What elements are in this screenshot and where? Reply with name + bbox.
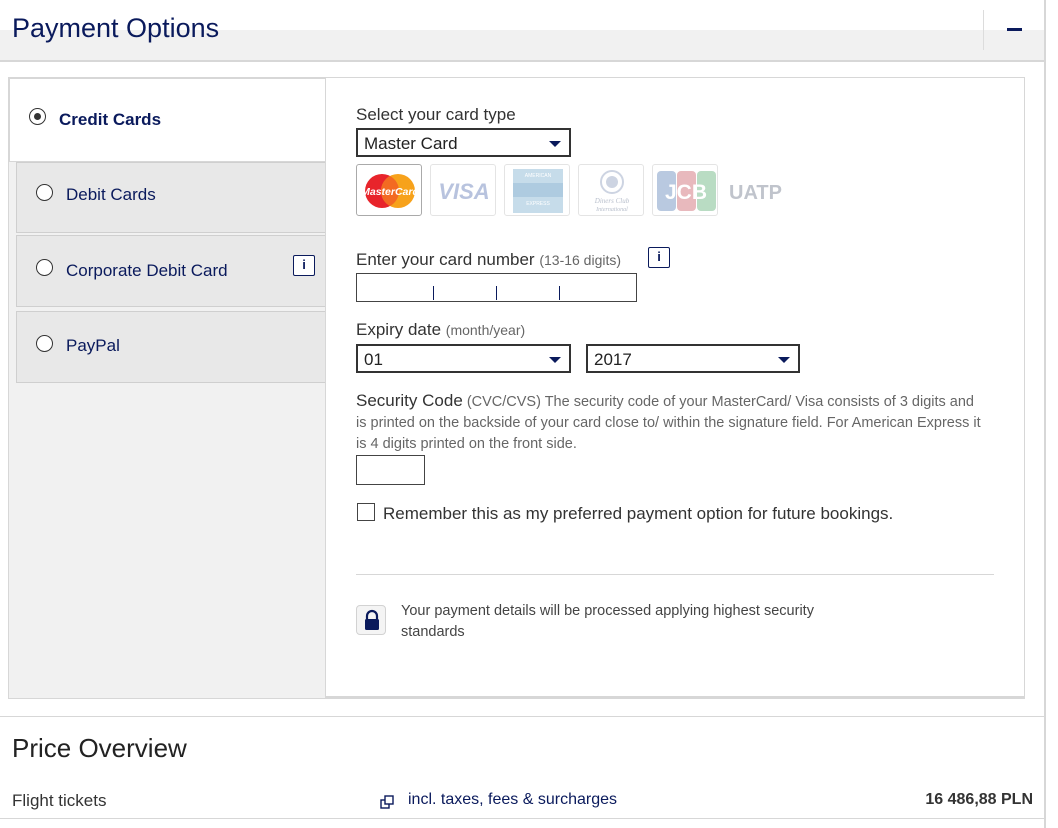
minus-icon — [1007, 28, 1022, 31]
page-edge — [1044, 0, 1046, 828]
corporate-debit-card-radio[interactable] — [36, 259, 53, 276]
lock-icon — [356, 605, 386, 635]
american-express-logo[interactable]: AMERICAN EXPRESS — [504, 164, 570, 216]
mastercard-logo[interactable]: MasterCard — [356, 164, 422, 216]
tab-label: PayPal — [66, 336, 120, 355]
svg-text:UATP: UATP — [729, 182, 782, 204]
row-divider — [0, 818, 1044, 819]
card-type-value: Master Card — [364, 134, 458, 153]
expiry-label: Expiry date (month/year) — [356, 320, 525, 340]
card-number-hint: (13-16 digits) — [539, 252, 622, 268]
tab-corporate-debit-card[interactable]: Corporate Debit Card i — [16, 235, 326, 307]
expiry-month-select[interactable]: 01 — [356, 344, 571, 373]
security-code-description: Security Code (CVC/CVS) The security cod… — [356, 390, 986, 455]
tab-label: Credit Cards — [59, 110, 162, 129]
digit-group-separator — [496, 286, 497, 300]
chevron-down-icon — [549, 357, 561, 363]
tab-label: Debit Cards — [66, 185, 156, 204]
expiry-month-value: 01 — [364, 350, 383, 369]
tab-debit-cards[interactable]: Debit Cards — [16, 162, 326, 233]
radio-dot-icon — [33, 112, 41, 120]
diners-club-logo[interactable]: Diners Club International — [578, 164, 644, 216]
tab-credit-cards[interactable]: Credit Cards — [9, 78, 327, 162]
info-icon[interactable]: i — [648, 247, 670, 268]
remember-label: Remember this as my preferred payment op… — [383, 504, 894, 523]
security-code-input[interactable] — [356, 455, 425, 485]
collapse-button[interactable] — [990, 8, 1036, 52]
card-type-label: Select your card type — [356, 105, 516, 124]
expiry-label-text: Expiry date — [356, 320, 442, 339]
card-number-label-text: Enter your card number — [356, 250, 535, 269]
section-title: Payment Options — [12, 13, 220, 43]
svg-text:MasterCard: MasterCard — [361, 186, 419, 198]
svg-text:International: International — [595, 207, 628, 213]
flight-tickets-label: Flight tickets — [12, 791, 107, 810]
digit-group-separator — [559, 286, 560, 300]
info-icon[interactable]: i — [293, 255, 315, 276]
credit-cards-radio[interactable] — [29, 108, 46, 125]
chevron-down-icon — [549, 141, 561, 147]
visa-logo[interactable]: VISA — [430, 164, 496, 216]
section-header: Payment Options — [0, 0, 1046, 62]
svg-text:VISA: VISA — [438, 179, 489, 204]
digit-group-separator — [433, 286, 434, 300]
card-number-input[interactable] — [356, 273, 637, 302]
card-number-label: Enter your card number (13-16 digits) — [356, 250, 621, 270]
security-note: Your payment details will be processed a… — [401, 603, 814, 640]
expiry-year-select[interactable]: 2017 — [586, 344, 800, 373]
debit-cards-radio[interactable] — [36, 184, 53, 201]
divider — [356, 574, 994, 575]
uatp-logo[interactable]: UATP — [726, 164, 792, 216]
tab-label: Corporate Debit Card — [66, 261, 228, 280]
paypal-radio[interactable] — [36, 335, 53, 352]
expiry-hint: (month/year) — [445, 322, 526, 338]
remember-checkbox[interactable] — [357, 503, 375, 521]
header-divider — [983, 10, 984, 50]
total-price: 16 486,88 PLN — [925, 791, 1033, 808]
chevron-down-icon — [778, 357, 790, 363]
svg-text:EXPRESS: EXPRESS — [526, 201, 550, 207]
security-code-label: Security Code — [356, 391, 463, 410]
svg-text:AMERICAN: AMERICAN — [525, 173, 552, 179]
taxes-fees-link[interactable]: incl. taxes, fees & surcharges — [408, 791, 617, 809]
card-type-select[interactable]: Master Card — [356, 128, 571, 157]
price-overview-title: Price Overview — [12, 733, 187, 763]
popup-window-icon[interactable] — [380, 795, 395, 810]
tab-paypal[interactable]: PayPal — [16, 311, 326, 383]
expiry-year-value: 2017 — [594, 350, 632, 369]
jcb-logo[interactable]: JCB — [652, 164, 718, 216]
svg-text:JCB: JCB — [665, 181, 707, 204]
svg-text:Diners Club: Diners Club — [594, 197, 630, 205]
